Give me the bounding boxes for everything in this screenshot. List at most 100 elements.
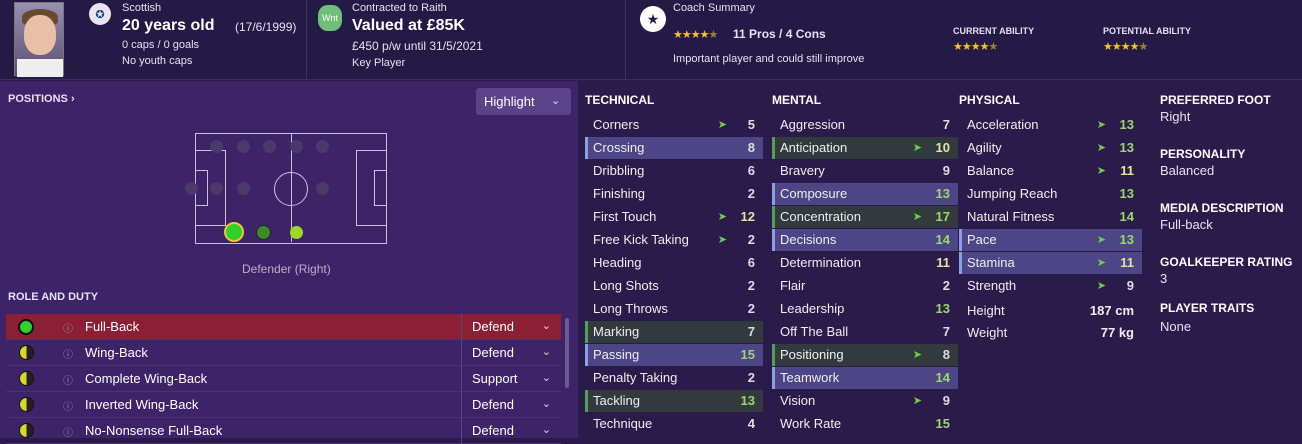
attribute-row[interactable]: Jumping Reach 13 bbox=[959, 183, 1142, 205]
attribute-row[interactable]: Heading 6 bbox=[585, 252, 763, 274]
attribute-value: 2 bbox=[747, 232, 755, 247]
roles-scrollbar[interactable] bbox=[565, 318, 569, 388]
chevron-down-icon: ⌄ bbox=[541, 346, 551, 358]
role-row[interactable]: ⓘ Complete Wing-Back Support ⌄ bbox=[6, 366, 561, 392]
attribute-name: Height bbox=[967, 303, 1005, 318]
attribute-row[interactable]: Passing 15 bbox=[585, 344, 763, 366]
duty-value: Defend bbox=[472, 423, 514, 438]
mental-title: MENTAL bbox=[772, 93, 822, 107]
attribute-row[interactable]: Decisions 14 bbox=[772, 229, 958, 251]
info-icon[interactable]: ⓘ bbox=[63, 320, 73, 335]
attribute-value: 13 bbox=[1119, 117, 1134, 132]
duty-select[interactable]: Defend ⌄ bbox=[461, 314, 561, 339]
attribute-row[interactable]: Long Throws 2 bbox=[585, 298, 763, 320]
attribute-value: 9 bbox=[942, 393, 950, 408]
duty-select[interactable]: Defend ⌄ bbox=[461, 392, 561, 417]
attribute-row[interactable]: Teamwork 14 bbox=[772, 367, 958, 389]
attribute-row[interactable]: Height 187 cm bbox=[959, 300, 1142, 322]
arrow-up-icon: ➤ bbox=[912, 349, 922, 361]
attribute-row[interactable]: Balance ➤ 11 bbox=[959, 160, 1142, 182]
attribute-value: 77 kg bbox=[1100, 325, 1134, 340]
attribute-row[interactable]: Marking 7 bbox=[585, 321, 763, 343]
attribute-name: Composure bbox=[780, 186, 848, 201]
attribute-name: Heading bbox=[593, 255, 642, 270]
info-icon[interactable]: ⓘ bbox=[63, 346, 73, 361]
attribute-value: 187 cm bbox=[1089, 303, 1134, 318]
attribute-row[interactable]: Finishing 2 bbox=[585, 183, 763, 205]
attribute-row[interactable]: Penalty Taking 2 bbox=[585, 367, 763, 389]
arrow-up-icon: ➤ bbox=[912, 395, 922, 407]
arrow-up-icon: ➤ bbox=[912, 211, 922, 223]
attribute-row[interactable]: Long Shots 2 bbox=[585, 275, 763, 297]
attribute-row[interactable]: Technique 4 bbox=[585, 413, 763, 435]
role-suitability-icon bbox=[19, 371, 34, 386]
info-icon[interactable]: ⓘ bbox=[63, 424, 73, 439]
attribute-row[interactable]: Positioning ➤ 8 bbox=[772, 344, 958, 366]
attribute-row[interactable]: Free Kick Taking ➤ 2 bbox=[585, 229, 763, 251]
squad-status: Key Player bbox=[352, 57, 406, 69]
attribute-row[interactable]: Concentration ➤ 17 bbox=[772, 206, 958, 228]
attribute-row[interactable]: Pace ➤ 13 bbox=[959, 229, 1142, 251]
attribute-row[interactable]: Composure 13 bbox=[772, 183, 958, 205]
positions-title[interactable]: POSITIONS › bbox=[8, 93, 75, 105]
attribute-row[interactable]: Crossing 8 bbox=[585, 137, 763, 159]
role-row[interactable]: ⓘ No-Nonsense Full-Back Defend ⌄ bbox=[6, 418, 561, 444]
duty-select[interactable]: Defend ⌄ bbox=[461, 418, 561, 443]
attribute-row[interactable]: Acceleration ➤ 13 bbox=[959, 114, 1142, 136]
attribute-row[interactable]: First Touch ➤ 12 bbox=[585, 206, 763, 228]
duty-value: Defend bbox=[472, 345, 514, 360]
current-ability-stars: ★★★★★ bbox=[953, 41, 998, 53]
duty-select[interactable]: Support ⌄ bbox=[461, 366, 561, 391]
highlight-dropdown[interactable]: Highlight ⌄ bbox=[476, 88, 571, 115]
nationality: Scottish bbox=[122, 2, 162, 14]
attribute-value: 7 bbox=[747, 324, 755, 339]
role-row[interactable]: ⓘ Wing-Back Defend ⌄ bbox=[6, 340, 561, 366]
attribute-row[interactable]: Corners ➤ 5 bbox=[585, 114, 763, 136]
attribute-row[interactable]: Strength ➤ 9 bbox=[959, 275, 1142, 297]
coach-stars: ★★★★★ bbox=[673, 29, 718, 41]
natural-position-dot bbox=[224, 222, 244, 242]
attribute-row[interactable]: Flair 2 bbox=[772, 275, 958, 297]
attribute-value: 2 bbox=[747, 186, 755, 201]
attribute-name: Agility bbox=[967, 140, 1002, 155]
arrow-up-icon: ➤ bbox=[1096, 142, 1106, 154]
attribute-value: 8 bbox=[942, 347, 950, 362]
attribute-name: Corners bbox=[593, 117, 640, 132]
attribute-row[interactable]: Leadership 13 bbox=[772, 298, 958, 320]
attribute-row[interactable]: Determination 11 bbox=[772, 252, 958, 274]
attribute-value: 11 bbox=[1120, 255, 1134, 270]
position-dot bbox=[290, 140, 303, 153]
attribute-row[interactable]: Work Rate 15 bbox=[772, 413, 958, 435]
attribute-row[interactable]: Aggression 7 bbox=[772, 114, 958, 136]
attribute-value: 6 bbox=[747, 163, 755, 178]
role-row[interactable]: ⓘ Inverted Wing-Back Defend ⌄ bbox=[6, 392, 561, 418]
duty-select[interactable]: Defend ⌄ bbox=[461, 340, 561, 365]
attribute-row[interactable]: Tackling 13 bbox=[585, 390, 763, 412]
role-row[interactable]: ⓘ Full-Back Defend ⌄ bbox=[6, 314, 561, 340]
attribute-value: 13 bbox=[1119, 140, 1134, 155]
attribute-value: 12 bbox=[740, 209, 755, 224]
wage: £450 p/w until 31/5/2021 bbox=[352, 39, 483, 53]
info-icon[interactable]: ⓘ bbox=[63, 372, 73, 387]
highlight-bar bbox=[772, 367, 775, 389]
attribute-row[interactable]: Stamina ➤ 11 bbox=[959, 252, 1142, 274]
info-icon[interactable]: ⓘ bbox=[63, 398, 73, 413]
youth-caps: No youth caps bbox=[122, 55, 193, 67]
attribute-row[interactable]: Vision ➤ 9 bbox=[772, 390, 958, 412]
attribute-row[interactable]: Agility ➤ 13 bbox=[959, 137, 1142, 159]
attribute-row[interactable]: Anticipation ➤ 10 bbox=[772, 137, 958, 159]
attribute-row[interactable]: Dribbling 6 bbox=[585, 160, 763, 182]
attribute-name: Long Throws bbox=[593, 301, 668, 316]
attribute-row[interactable]: Weight 77 kg bbox=[959, 322, 1142, 344]
attribute-row[interactable]: Off The Ball 7 bbox=[772, 321, 958, 343]
personality: Balanced bbox=[1160, 163, 1215, 178]
highlight-label: Highlight bbox=[484, 94, 535, 109]
role-suitability-icon bbox=[18, 319, 34, 335]
attribute-name: Vision bbox=[780, 393, 816, 408]
attribute-value: 10 bbox=[935, 140, 950, 155]
attribute-row[interactable]: Natural Fitness 14 bbox=[959, 206, 1142, 228]
attribute-row[interactable]: Bravery 9 bbox=[772, 160, 958, 182]
pros-cons[interactable]: 11 Pros / 4 Cons bbox=[733, 27, 826, 41]
attribute-name: Stamina bbox=[967, 255, 1015, 270]
position-dot-accomplished bbox=[290, 226, 303, 239]
